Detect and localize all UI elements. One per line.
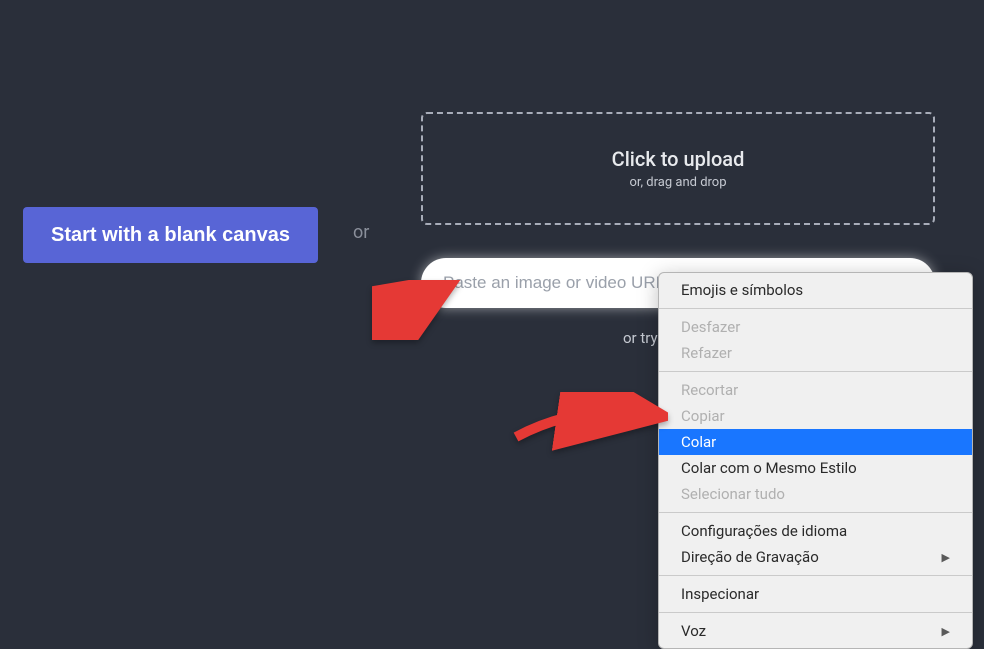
menu-item-copiar: Copiar bbox=[659, 403, 972, 429]
menu-item-refazer: Refazer bbox=[659, 340, 972, 366]
menu-separator bbox=[659, 308, 972, 309]
menu-separator bbox=[659, 612, 972, 613]
menu-separator bbox=[659, 371, 972, 372]
blank-canvas-button[interactable]: Start with a blank canvas bbox=[23, 207, 318, 263]
menu-item-desfazer: Desfazer bbox=[659, 314, 972, 340]
upload-subtitle: or, drag and drop bbox=[629, 175, 726, 190]
upload-title: Click to upload bbox=[612, 147, 745, 171]
or-try-text: or try bbox=[623, 329, 658, 347]
menu-item-voz[interactable]: Voz ▶ bbox=[659, 618, 972, 644]
submenu-arrow-icon: ▶ bbox=[942, 625, 950, 638]
menu-item-recortar: Recortar bbox=[659, 377, 972, 403]
menu-item-colar-estilo[interactable]: Colar com o Mesmo Estilo bbox=[659, 455, 972, 481]
menu-item-label: Voz bbox=[681, 622, 706, 640]
menu-item-selecionar: Selecionar tudo bbox=[659, 481, 972, 507]
annotation-arrow-colar bbox=[508, 392, 668, 456]
or-divider-text: or bbox=[353, 222, 369, 243]
upload-dropzone[interactable]: Click to upload or, drag and drop bbox=[421, 112, 935, 225]
menu-separator bbox=[659, 575, 972, 576]
menu-item-label: Direção de Gravação bbox=[681, 548, 819, 566]
menu-item-direcao[interactable]: Direção de Gravação ▶ bbox=[659, 544, 972, 570]
menu-item-config-idioma[interactable]: Configurações de idioma bbox=[659, 518, 972, 544]
menu-separator bbox=[659, 512, 972, 513]
menu-item-inspecionar[interactable]: Inspecionar bbox=[659, 581, 972, 607]
context-menu: Emojis e símbolos Desfazer Refazer Recor… bbox=[658, 272, 973, 649]
menu-item-emojis[interactable]: Emojis e símbolos bbox=[659, 277, 972, 303]
menu-item-colar[interactable]: Colar bbox=[659, 429, 972, 455]
submenu-arrow-icon: ▶ bbox=[942, 551, 950, 564]
